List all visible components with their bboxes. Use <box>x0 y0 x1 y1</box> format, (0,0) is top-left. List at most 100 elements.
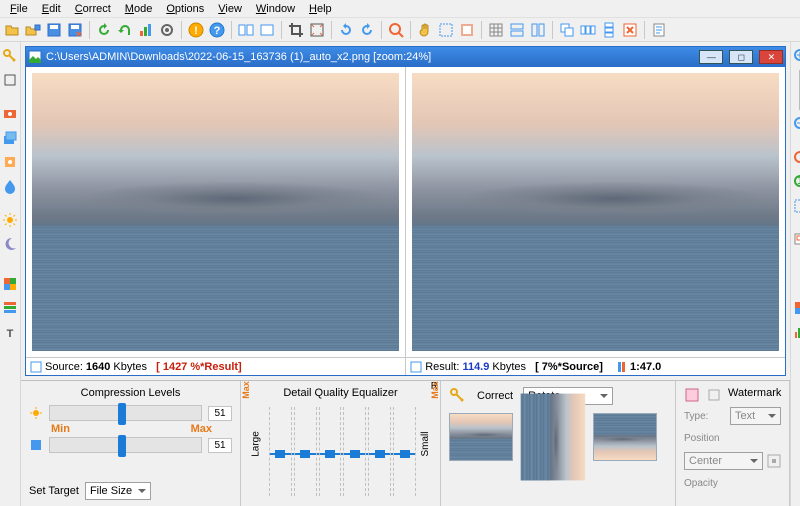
menu-options[interactable]: Options <box>159 2 211 16</box>
small-label: Small <box>420 431 431 456</box>
single-view-icon[interactable] <box>257 20 277 40</box>
quality-value-1[interactable]: 51 <box>208 406 232 421</box>
eq-band-4[interactable] <box>343 407 366 496</box>
zoom-100-icon[interactable]: 1 <box>791 172 800 192</box>
arrange-v-icon[interactable] <box>599 20 619 40</box>
close-button[interactable]: ✕ <box>759 50 783 64</box>
tile-v-icon[interactable] <box>528 20 548 40</box>
text-icon[interactable]: T <box>0 322 20 342</box>
watermark-icon-1[interactable] <box>684 387 700 403</box>
help-icon[interactable]: ! <box>186 20 206 40</box>
settings-icon[interactable] <box>157 20 177 40</box>
info-icon[interactable]: ? <box>207 20 227 40</box>
zoom-1-icon[interactable] <box>386 20 406 40</box>
window-icon <box>28 50 42 64</box>
svg-text:?: ? <box>214 25 221 37</box>
bars-icon[interactable] <box>0 298 20 318</box>
watermark-panel: Watermark Type: Text Position Center Opa… <box>676 381 790 506</box>
minimize-button[interactable]: — <box>699 50 723 64</box>
equalizer-body <box>249 403 432 500</box>
menu-view[interactable]: View <box>211 2 249 16</box>
close-all-icon[interactable] <box>620 20 640 40</box>
source-pct: [ 1427 %*Result] <box>156 361 242 373</box>
wm-type-dropdown[interactable]: Text <box>730 407 781 425</box>
quality-slider-1[interactable] <box>49 405 202 421</box>
palette-icon[interactable] <box>0 274 20 294</box>
histogram-icon[interactable] <box>791 322 800 342</box>
rotate-option-90[interactable] <box>521 413 585 461</box>
window-titlebar[interactable]: C:\Users\ADMIN\Downloads\2022-06-15_1637… <box>26 47 785 67</box>
script-icon[interactable] <box>649 20 669 40</box>
grid-icon[interactable] <box>486 20 506 40</box>
window-title: C:\Users\ADMIN\Downloads\2022-06-15_1637… <box>46 51 693 63</box>
zoom-sel-icon[interactable] <box>791 196 800 216</box>
save-icon[interactable] <box>44 20 64 40</box>
compression-panel: Compression Levels 51 MinMax 51 Set Targ… <box>21 381 241 506</box>
open-icon[interactable] <box>2 20 22 40</box>
color-sample-icon[interactable] <box>791 298 800 318</box>
menu-correct[interactable]: Correct <box>68 2 118 16</box>
target-mode-dropdown[interactable]: File Size <box>85 482 151 500</box>
reload-icon[interactable] <box>94 20 114 40</box>
moon-icon[interactable] <box>0 234 20 254</box>
key-icon[interactable] <box>0 46 20 66</box>
undo-icon[interactable] <box>115 20 135 40</box>
zoom-fit-icon[interactable] <box>791 148 800 168</box>
cascade-icon[interactable] <box>557 20 577 40</box>
menu-help[interactable]: Help <box>302 2 339 16</box>
eq-band-6[interactable] <box>393 407 416 496</box>
sun-small-icon <box>29 406 43 420</box>
source-pane: Source: 1640 Kbytes [ 1427 %*Result] <box>26 67 405 375</box>
water-icon[interactable] <box>0 176 20 196</box>
zoom-out-icon[interactable] <box>791 114 800 134</box>
equalizer-panel: Detail Quality Equalizer R Max Max Large… <box>241 381 441 506</box>
maximize-button[interactable]: ◻ <box>729 50 753 64</box>
fit-icon[interactable] <box>307 20 327 40</box>
nav-icon[interactable] <box>791 230 800 250</box>
rotate-right-icon[interactable] <box>357 20 377 40</box>
watermark-icon-2[interactable] <box>706 387 722 403</box>
svg-text:!: ! <box>194 25 198 37</box>
ratio-value: 1:47.0 <box>630 361 661 373</box>
menu-file[interactable]: File <box>3 2 35 16</box>
red-eye-icon[interactable] <box>0 104 20 124</box>
menu-edit[interactable]: Edit <box>35 2 68 16</box>
result-canvas[interactable] <box>406 67 785 357</box>
eq-band-2[interactable] <box>294 407 317 496</box>
crop2-icon[interactable] <box>0 70 20 90</box>
crop-icon[interactable] <box>286 20 306 40</box>
dual-view-icon[interactable] <box>236 20 256 40</box>
chart-icon[interactable] <box>136 20 156 40</box>
result-pct: [ 7%*Source] <box>535 361 603 373</box>
quality-value-2[interactable]: 51 <box>208 438 232 453</box>
menu-window[interactable]: Window <box>249 2 302 16</box>
rotate-option-0[interactable] <box>449 413 513 461</box>
tile-h-icon[interactable] <box>507 20 527 40</box>
eq-band-5[interactable] <box>368 407 391 496</box>
select-icon[interactable] <box>436 20 456 40</box>
eq-band-3[interactable] <box>319 407 342 496</box>
stamp-icon[interactable] <box>0 152 20 172</box>
quality-slider-2[interactable] <box>49 437 202 453</box>
arrange-h-icon[interactable] <box>578 20 598 40</box>
layers-icon[interactable] <box>0 128 20 148</box>
save-as-icon[interactable] <box>65 20 85 40</box>
equalizer-title: Detail Quality Equalizer <box>249 387 432 399</box>
wm-position-dropdown[interactable]: Center <box>684 452 763 470</box>
menu-mode[interactable]: Mode <box>118 2 160 16</box>
zoom-in-icon[interactable] <box>791 46 800 66</box>
wm-position-icon[interactable] <box>767 454 781 468</box>
hand-icon[interactable] <box>415 20 435 40</box>
compression-title: Compression Levels <box>29 387 232 399</box>
rotate-left-icon[interactable] <box>336 20 356 40</box>
sun-icon[interactable] <box>0 210 20 230</box>
main-toolbar: ! ? <box>0 18 800 42</box>
source-canvas[interactable] <box>26 67 405 357</box>
result-label: Result: <box>425 361 459 373</box>
source-size: 1640 <box>86 361 110 373</box>
eq-band-1[interactable] <box>269 407 292 496</box>
mask-icon[interactable] <box>457 20 477 40</box>
open-multi-icon[interactable] <box>23 20 43 40</box>
wm-opacity-label: Opacity <box>684 478 726 489</box>
rotate-option-180[interactable] <box>593 413 657 461</box>
